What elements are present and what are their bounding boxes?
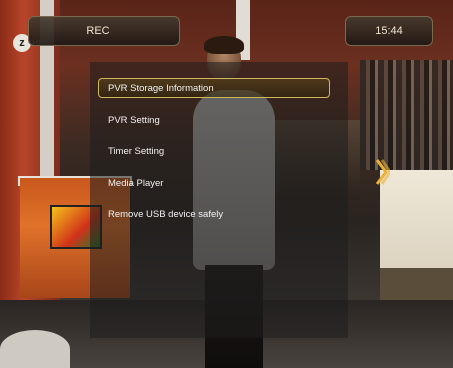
menu-item-timer-setting[interactable]: Timer Setting: [98, 141, 330, 161]
menu-item-pvr-storage-information[interactable]: PVR Storage Information: [98, 78, 330, 98]
menu-item-remove-usb-device[interactable]: Remove USB device safely: [98, 204, 330, 224]
chevron-right-icon[interactable]: [374, 156, 390, 188]
clock-bar: 15:44: [345, 16, 433, 46]
studio-audience: [360, 60, 453, 170]
presenter-hair: [204, 36, 244, 54]
recording-label: REC: [86, 25, 110, 37]
kitchen-shelf-base: [380, 268, 453, 300]
clock-time: 15:44: [375, 25, 403, 37]
foreground-bowl: [0, 330, 70, 368]
menu-item-pvr-setting[interactable]: PVR Setting: [98, 110, 330, 130]
menu-item-media-player[interactable]: Media Player: [98, 173, 330, 193]
recording-status-bar: REC: [28, 16, 180, 46]
pvr-menu-list: PVR Storage Information PVR Setting Time…: [98, 78, 330, 236]
